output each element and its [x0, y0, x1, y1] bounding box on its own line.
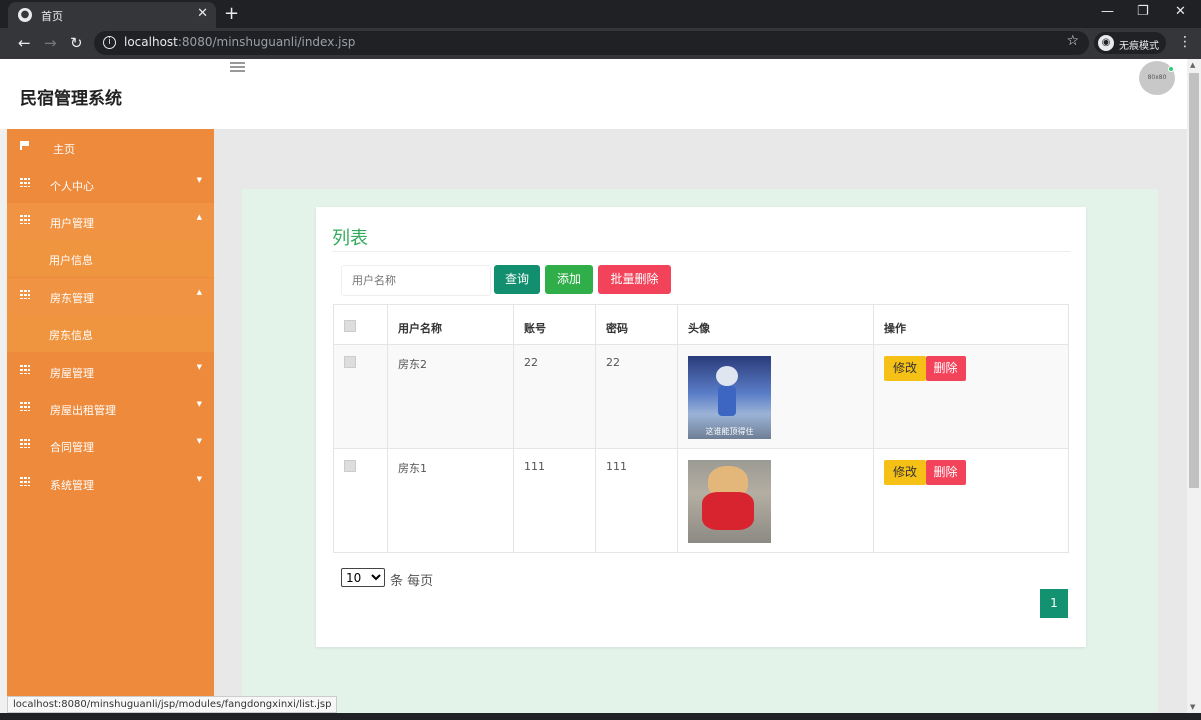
page-size-select[interactable]: 10 — [341, 568, 385, 587]
username-cell: 房东1 — [387, 448, 514, 553]
page-button-current[interactable]: 1 — [1040, 589, 1068, 618]
bookmark-star-icon[interactable]: ☆ — [1066, 33, 1079, 49]
sidebar-subitem-landlord-info[interactable]: 房东信息 — [7, 315, 214, 352]
back-icon[interactable]: ← — [18, 34, 31, 52]
restore-icon[interactable]: ❐ — [1137, 4, 1149, 19]
tab-title: 首页 — [41, 10, 63, 23]
grid-icon — [20, 215, 30, 224]
browser-menu-icon[interactable]: ⋮ — [1178, 34, 1192, 50]
sidebar-item-system-management[interactable]: 系统管理 ▼ — [7, 465, 214, 502]
sidebar-item-rental-management[interactable]: 房屋出租管理 ▼ — [7, 390, 214, 427]
delete-button[interactable]: 删除 — [925, 356, 966, 381]
grid-icon — [20, 439, 30, 448]
reload-icon[interactable]: ↻ — [70, 34, 83, 52]
sidebar-subitem-user-info[interactable]: 用户信息 — [7, 240, 214, 277]
avatar-cell: 这谁能顶得住 — [677, 344, 874, 449]
new-tab-icon[interactable]: + — [224, 3, 239, 24]
sidebar-item-house-management[interactable]: 房屋管理 ▼ — [7, 353, 214, 390]
account-cell: 22 — [513, 344, 596, 449]
table-row: 房东2 22 22 这谁能顶得住 修改 删除 — [333, 344, 1069, 449]
batch-delete-button[interactable]: 批量删除 — [598, 265, 671, 294]
password-cell: 22 — [595, 344, 678, 449]
table-row: 房东1 111 111 修改 删除 — [333, 448, 1069, 553]
avatar-image: 这谁能顶得住 — [688, 356, 771, 439]
list-card: 列表 查询 添加 批量删除 用户名称 账号 密码 头像 操作 房东2 22 22 — [316, 207, 1086, 647]
online-status-dot — [1168, 66, 1174, 72]
address-bar[interactable]: i localhost:8080/minshuguanli/index.jsp … — [94, 31, 1089, 55]
card-title: 列表 — [332, 228, 368, 249]
column-header: 操作 — [873, 304, 1069, 345]
minimize-icon[interactable]: — — [1101, 4, 1114, 19]
browser-tab-bar: ● 首页 ✕ + — ❐ ✕ — [0, 0, 1201, 28]
sidebar-item-landlord-management[interactable]: 房东管理 ▲ — [7, 278, 214, 315]
sidebar-item-contract-management[interactable]: 合同管理 ▼ — [7, 427, 214, 464]
row-checkbox[interactable] — [344, 356, 356, 368]
delete-button[interactable]: 删除 — [925, 460, 966, 485]
grid-icon — [20, 178, 30, 187]
chevron-down-icon: ▼ — [196, 400, 202, 408]
column-header: 用户名称 — [387, 304, 514, 345]
scroll-up-icon[interactable]: ▲ — [1190, 61, 1195, 69]
select-all-checkbox[interactable] — [344, 320, 356, 332]
row-select-cell — [333, 448, 388, 553]
table-header-row: 用户名称 账号 密码 头像 操作 — [333, 304, 1069, 345]
incognito-icon: ◉ — [1098, 35, 1114, 51]
chevron-down-icon: ▼ — [196, 437, 202, 445]
column-header: 账号 — [513, 304, 596, 345]
flag-icon — [20, 141, 30, 150]
grid-icon — [20, 365, 30, 374]
chevron-down-icon: ▼ — [196, 363, 202, 371]
sidebar-item-user-management[interactable]: 用户管理 ▲ — [7, 203, 214, 240]
incognito-badge[interactable]: ◉ 无痕模式 — [1094, 32, 1166, 54]
actions-cell: 修改 删除 — [873, 448, 1069, 553]
sidebar: 主页 个人中心 ▼ 用户管理 ▲ 用户信息 房东管理 ▲ 房东信息 房屋管理 ▼… — [7, 129, 214, 713]
scrollbar-thumb[interactable] — [1189, 73, 1199, 488]
grid-icon — [20, 402, 30, 411]
password-cell: 111 — [595, 448, 678, 553]
data-table: 用户名称 账号 密码 头像 操作 房东2 22 22 这谁能顶得住 修改 删除 … — [333, 304, 1069, 553]
avatar[interactable]: 80x80 — [1139, 61, 1175, 95]
chevron-down-icon: ▼ — [196, 176, 202, 184]
globe-icon: ● — [18, 8, 32, 22]
vertical-scrollbar[interactable]: ▲ ▼ — [1187, 59, 1201, 713]
scroll-down-icon[interactable]: ▼ — [1190, 703, 1195, 711]
edit-button[interactable]: 修改 — [884, 460, 926, 485]
avatar-image-caption: 这谁能顶得住 — [705, 427, 754, 436]
sidebar-item-home[interactable]: 主页 — [7, 129, 214, 166]
window-close-icon[interactable]: ✕ — [1175, 4, 1186, 19]
page-size-label: 条 每页 — [390, 574, 434, 589]
chevron-up-icon: ▲ — [196, 288, 202, 296]
forward-icon[interactable]: → — [44, 34, 57, 52]
chevron-up-icon: ▲ — [196, 213, 202, 221]
column-header: 密码 — [595, 304, 678, 345]
status-bar-url: localhost:8080/minshuguanli/jsp/modules/… — [7, 696, 338, 713]
hamburger-menu-icon[interactable] — [230, 62, 245, 72]
sidebar-item-personal-center[interactable]: 个人中心 ▼ — [7, 166, 214, 203]
avatar-image — [688, 460, 771, 543]
browser-toolbar: ← → ↻ i localhost:8080/minshuguanli/inde… — [0, 28, 1201, 59]
url-text: localhost:8080/minshuguanli/index.jsp — [124, 35, 356, 49]
add-button[interactable]: 添加 — [545, 265, 593, 294]
edit-button[interactable]: 修改 — [884, 356, 926, 381]
username-cell: 房东2 — [387, 344, 514, 449]
grid-icon — [20, 477, 30, 486]
column-header: 头像 — [677, 304, 874, 345]
app-title: 民宿管理系统 — [20, 89, 122, 109]
chevron-down-icon: ▼ — [196, 475, 202, 483]
close-icon[interactable]: ✕ — [197, 6, 208, 21]
browser-tab[interactable]: ● 首页 ✕ — [8, 2, 216, 28]
select-all-header — [333, 304, 388, 345]
row-checkbox[interactable] — [344, 460, 356, 472]
username-search-input[interactable] — [341, 265, 491, 296]
grid-icon — [20, 290, 30, 299]
divider — [332, 251, 1070, 252]
query-button[interactable]: 查询 — [494, 265, 540, 294]
account-cell: 111 — [513, 448, 596, 553]
row-select-cell — [333, 344, 388, 449]
avatar-cell — [677, 448, 874, 553]
app-header: 民宿管理系统 80x80 — [0, 59, 1187, 129]
taskbar — [0, 713, 1201, 720]
info-icon[interactable]: i — [103, 36, 116, 49]
actions-cell: 修改 删除 — [873, 344, 1069, 449]
